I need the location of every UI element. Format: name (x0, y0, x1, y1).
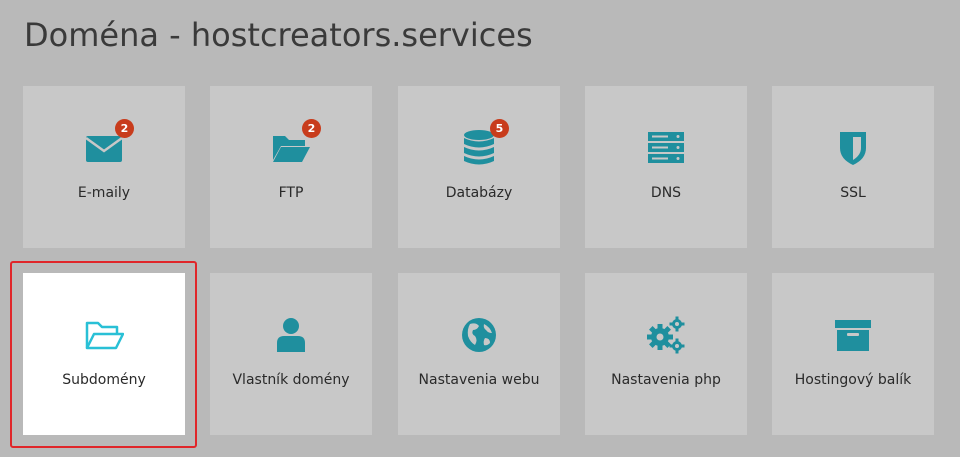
selection-highlight (10, 261, 197, 448)
page-title: Doména - hostcreators.services (24, 16, 533, 54)
tile-label: Hostingový balík (794, 372, 912, 388)
tile-web-settings[interactable]: Nastavenia webu (398, 273, 560, 435)
tile-emails[interactable]: 2 E-maily (23, 86, 185, 248)
globe-icon (462, 318, 496, 352)
tile-label: Nastavenia webu (418, 372, 540, 388)
tile-hosting-package[interactable]: Hostingový balík (772, 273, 934, 435)
ftp-count-badge: 2 (302, 119, 321, 138)
tile-php-settings[interactable]: Nastavenia php (585, 273, 747, 435)
tile-databases[interactable]: 5 Databázy (398, 86, 560, 248)
server-icon (648, 132, 684, 163)
shield-icon (840, 132, 866, 165)
tile-domain-owner[interactable]: Vlastník domény (210, 273, 372, 435)
email-count-badge: 2 (115, 119, 134, 138)
gears-icon (647, 316, 685, 354)
tile-label: Nastavenia php (611, 372, 721, 388)
tile-label: SSL (840, 185, 866, 201)
user-icon (277, 318, 305, 352)
tile-label: E-maily (77, 185, 131, 201)
tile-label: Vlastník domény (232, 372, 350, 388)
tile-ftp[interactable]: 2 FTP (210, 86, 372, 248)
database-count-badge: 5 (490, 119, 509, 138)
tile-label: Databázy (445, 185, 513, 201)
archive-box-icon (835, 320, 871, 351)
tile-ssl[interactable]: SSL (772, 86, 934, 248)
tile-label: DNS (650, 185, 682, 201)
tile-dns[interactable]: DNS (585, 86, 747, 248)
tile-label: FTP (278, 185, 304, 201)
